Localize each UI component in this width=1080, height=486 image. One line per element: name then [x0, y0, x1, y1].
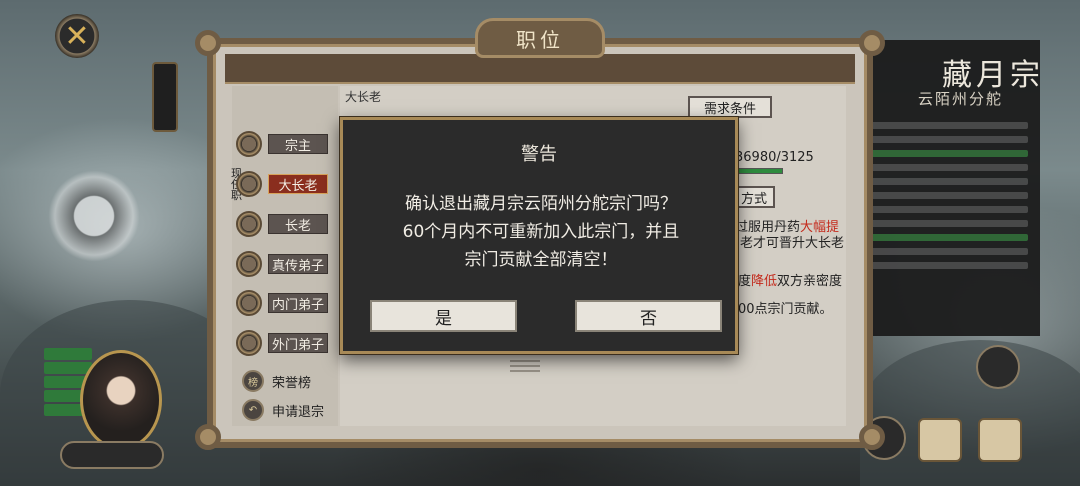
dialog-message: 确认退出藏月宗云陌州分舵宗门吗？ 60个月内不可重新加入此宗门，并且 宗门贡献全… [363, 190, 719, 274]
dialog-message-line: 宗门贡献全部清空！ [464, 250, 618, 270]
warning-dialog: 警告 确认退出藏月宗云陌州分舵宗门吗？ 60个月内不可重新加入此宗门，并且 宗门… [340, 117, 738, 354]
dialog-message-line: 确认退出藏月宗云陌州分舵宗门吗？ [405, 194, 677, 214]
confirm-no-button[interactable]: 否 [575, 300, 722, 332]
dialog-message-line: 60个月内不可重新加入此宗门，并且 [402, 222, 680, 242]
confirm-yes-button[interactable]: 是 [370, 300, 517, 332]
dialog-title: 警告 [521, 144, 557, 165]
